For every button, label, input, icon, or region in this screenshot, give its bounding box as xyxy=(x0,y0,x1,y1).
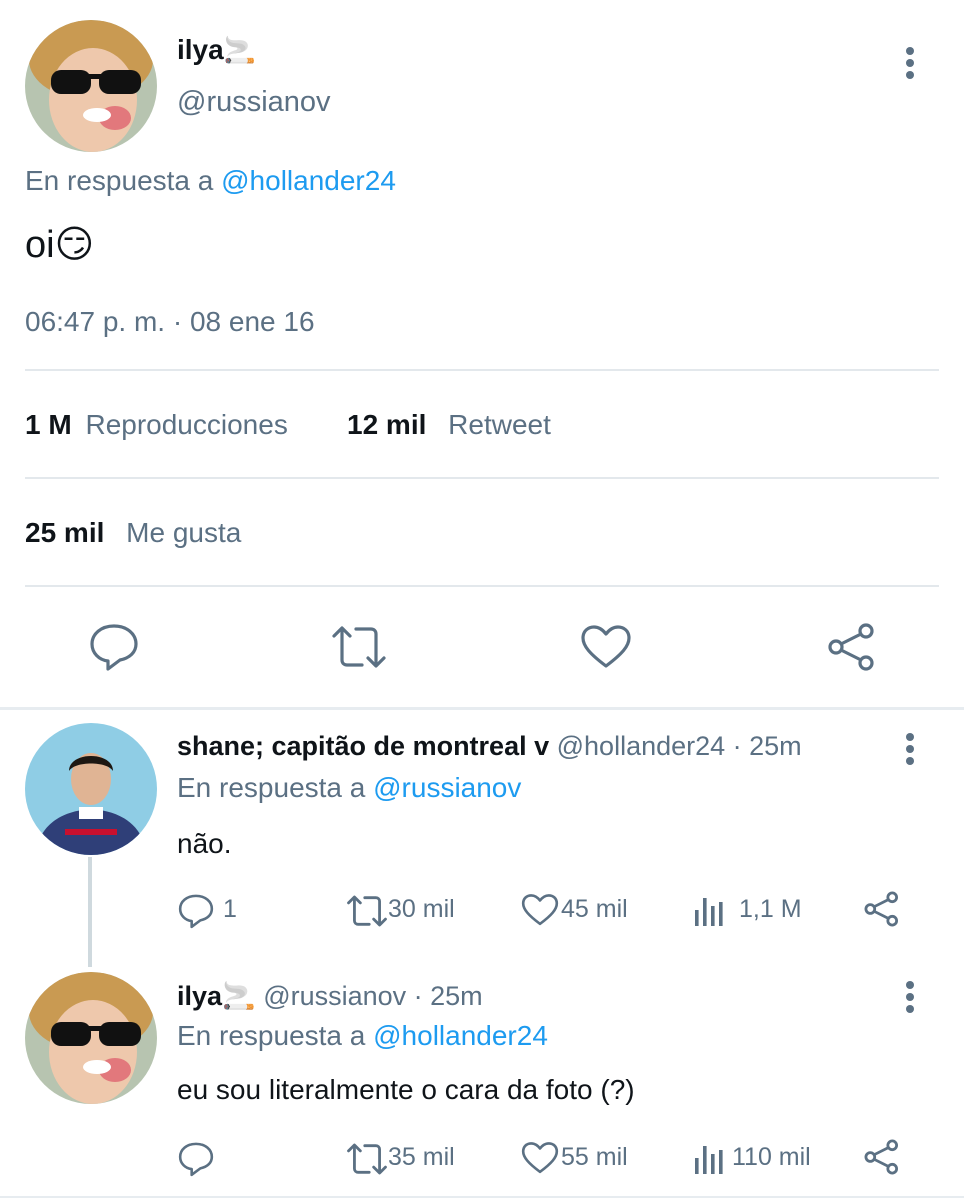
reply-count: 1 xyxy=(223,895,237,923)
retweet-icon[interactable] xyxy=(345,1142,389,1176)
more-options-icon[interactable] xyxy=(905,981,915,1017)
more-options-icon[interactable] xyxy=(905,47,915,83)
like-count: 55 mil xyxy=(561,1143,628,1171)
views-icon[interactable] xyxy=(694,894,728,926)
reply-icon[interactable] xyxy=(177,893,215,929)
avatar-ilya[interactable] xyxy=(25,20,157,152)
retweet-icon[interactable] xyxy=(330,624,388,670)
section-separator xyxy=(0,707,964,710)
reply-context: En respuesta a @hollander24 xyxy=(25,165,396,197)
reply-context: En respuesta a @russianov xyxy=(177,772,521,804)
views-icon[interactable] xyxy=(694,1142,728,1174)
retweets-label: Retweet xyxy=(448,409,551,440)
reply-display-name: shane; capitão de montreal v xyxy=(177,731,550,761)
view-count: 1,1 M xyxy=(739,895,802,923)
heart-icon[interactable] xyxy=(521,893,559,927)
share-icon[interactable] xyxy=(863,1138,901,1176)
views-label: Reproducciones xyxy=(85,409,288,440)
reply-handle-time: @russianov · 25m xyxy=(263,981,483,1011)
reply-mention-link[interactable]: @russianov xyxy=(373,772,521,803)
stat-likes[interactable]: 25 mil Me gusta xyxy=(25,517,241,549)
handle[interactable]: @russianov xyxy=(177,86,331,119)
stat-retweets[interactable]: 12 mil Retweet xyxy=(347,409,551,441)
divider xyxy=(25,369,939,371)
retweet-count: 35 mil xyxy=(388,1143,455,1171)
reply-icon[interactable] xyxy=(177,1141,215,1177)
share-icon[interactable] xyxy=(863,890,901,928)
cigarette-emoji: 🚬 xyxy=(223,35,257,65)
reply-display-name: ilya xyxy=(177,981,223,1011)
display-name[interactable]: ilya🚬 xyxy=(177,32,256,68)
retweet-count: 30 mil xyxy=(388,895,455,923)
reply-icon[interactable] xyxy=(88,622,140,672)
more-options-icon[interactable] xyxy=(905,733,915,769)
thread-line xyxy=(88,857,92,967)
reply-handle-time: @hollander24 · 25m xyxy=(556,731,802,761)
reply-prefix: En respuesta a xyxy=(177,772,366,803)
reply-text: eu sou literalmente o cara da foto (?) xyxy=(177,1074,635,1105)
reply-prefix: En respuesta a xyxy=(177,1020,366,1051)
avatar-shane[interactable] xyxy=(25,723,157,855)
heart-icon[interactable] xyxy=(580,624,632,670)
reply-mention-link[interactable]: @hollander24 xyxy=(373,1020,548,1051)
stat-views[interactable]: 1 M Reproducciones xyxy=(25,409,288,441)
divider xyxy=(25,477,939,479)
reply-header[interactable]: ilya🚬 @russianov · 25m xyxy=(177,980,483,1012)
likes-count: 25 mil xyxy=(25,517,105,548)
smirk-emoji: 😏 xyxy=(54,224,95,266)
tweet-text: oi😏 xyxy=(25,222,94,268)
reply-text: não. xyxy=(177,828,232,859)
bottom-separator xyxy=(0,1196,964,1198)
retweet-icon[interactable] xyxy=(345,894,389,928)
divider xyxy=(25,585,939,587)
reply-prefix: En respuesta a xyxy=(25,165,214,196)
view-count: 110 mil xyxy=(732,1143,811,1171)
retweets-count: 12 mil xyxy=(347,409,427,440)
views-count: 1 M xyxy=(25,409,72,440)
tweet-text-body: oi xyxy=(25,224,55,266)
heart-icon[interactable] xyxy=(521,1141,559,1175)
reply-mention-link[interactable]: @hollander24 xyxy=(221,165,396,196)
cigarette-emoji: 🚬 xyxy=(222,981,256,1011)
share-icon[interactable] xyxy=(826,622,878,672)
reply-context: En respuesta a @hollander24 xyxy=(177,1020,548,1052)
timestamp[interactable]: 06:47 p. m. · 08 ene 16 xyxy=(25,306,315,338)
reply-header[interactable]: shane; capitão de montreal v @hollander2… xyxy=(177,731,802,762)
likes-label: Me gusta xyxy=(126,517,242,548)
like-count: 45 mil xyxy=(561,895,628,923)
display-name-text: ilya xyxy=(177,34,224,65)
avatar-ilya[interactable] xyxy=(25,972,157,1104)
